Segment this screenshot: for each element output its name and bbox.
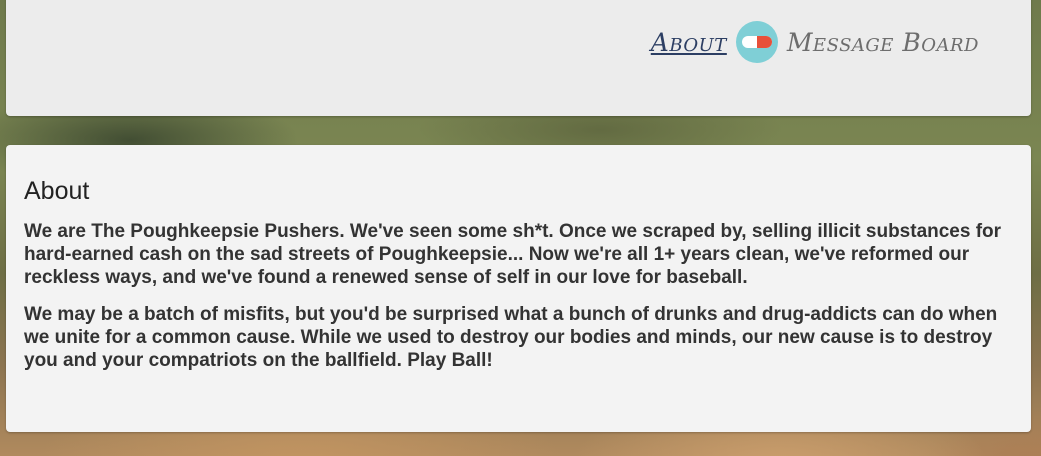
pill-icon[interactable] [735,20,779,64]
about-panel: About We are The Poughkeepsie Pushers. W… [6,145,1031,432]
about-paragraph: We may be a batch of misfits, but you'd … [24,304,998,371]
nav-links: About Message Board [651,20,979,64]
nav-link-about[interactable]: About [651,28,727,57]
about-heading: About [24,177,90,205]
nav-link-message-board[interactable]: Message Board [787,28,979,57]
top-navbar: About Message Board [6,0,1031,116]
about-paragraph: We are The Poughkeepsie Pushers. We've s… [24,221,1002,288]
